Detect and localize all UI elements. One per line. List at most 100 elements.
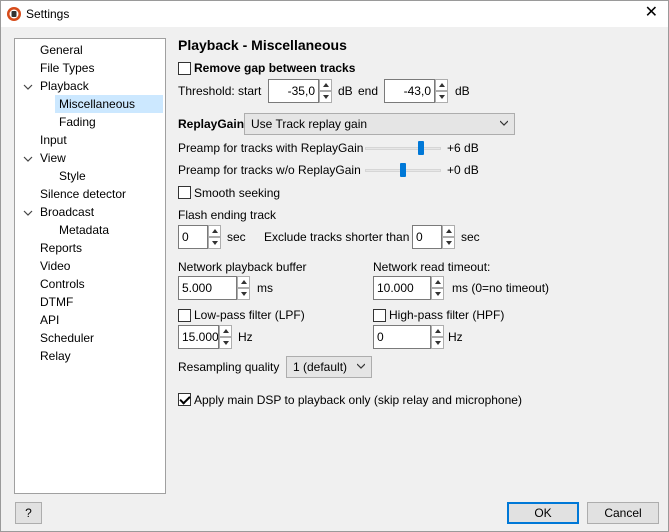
replaygain-label: ReplayGain <box>178 117 245 131</box>
network-buffer-stepper[interactable]: 5.000 <box>178 276 250 300</box>
exclude-shorter-input[interactable]: 0 <box>412 225 442 249</box>
tree-item-controls[interactable]: Controls <box>40 275 85 293</box>
replaygain-select[interactable]: Use Track replay gain <box>244 113 515 135</box>
resampling-label: Resampling quality <box>178 360 280 374</box>
chevron-down-icon[interactable] <box>23 82 33 92</box>
network-timeout-label: Network read timeout: <box>373 260 491 274</box>
tree-item-miscellaneous[interactable]: Miscellaneous <box>55 95 163 113</box>
cancel-button[interactable]: Cancel <box>587 502 659 524</box>
preamp-with-slider-track[interactable] <box>365 147 441 150</box>
spin-down-icon[interactable] <box>442 237 455 249</box>
chevron-down-icon[interactable] <box>23 154 33 164</box>
tree-item-video[interactable]: Video <box>40 257 70 275</box>
tree-item-fading[interactable]: Fading <box>59 113 96 131</box>
spin-down-icon[interactable] <box>319 91 332 103</box>
tree-item-view[interactable]: View <box>40 149 66 167</box>
ok-button[interactable]: OK <box>507 502 579 524</box>
spin-down-icon[interactable] <box>431 337 444 349</box>
threshold-end-label: end <box>358 84 379 98</box>
close-icon[interactable]: ✕ <box>645 3 658 23</box>
tree-item-relay[interactable]: Relay <box>40 347 71 365</box>
tree-item-silence-detector[interactable]: Silence detector <box>40 185 126 203</box>
flash-ending-unit: sec <box>227 230 246 244</box>
threshold-start-input[interactable]: -35,0 <box>268 79 319 103</box>
tree-item-file-types[interactable]: File Types <box>40 59 94 77</box>
tree-item-dtmf[interactable]: DTMF <box>40 293 73 311</box>
remove-gap-checkbox[interactable] <box>178 62 191 75</box>
lpf-input[interactable]: 15.000 <box>178 325 219 349</box>
spin-down-icon[interactable] <box>431 288 444 300</box>
threshold-end-input[interactable]: -43,0 <box>384 79 435 103</box>
preamp-with-slider-thumb[interactable] <box>417 141 424 155</box>
chevron-down-icon[interactable] <box>23 208 33 218</box>
window-title: Settings <box>26 7 70 21</box>
chevron-down-icon <box>357 363 365 369</box>
exclude-shorter-stepper[interactable]: 0 <box>412 225 455 249</box>
hpf-checkbox[interactable] <box>373 309 386 322</box>
settings-tree[interactable]: General File Types Playback Miscellaneou… <box>14 38 166 494</box>
network-buffer-unit: ms <box>257 281 273 295</box>
tree-item-general[interactable]: General <box>40 41 83 59</box>
hpf-label: High-pass filter (HPF) <box>389 308 505 322</box>
tree-item-input[interactable]: Input <box>40 131 67 149</box>
flash-ending-stepper[interactable]: 0 <box>178 225 221 249</box>
page-title: Playback - Miscellaneous <box>178 37 347 53</box>
spin-down-icon[interactable] <box>208 237 221 249</box>
tree-item-style[interactable]: Style <box>59 167 86 185</box>
flash-ending-input[interactable]: 0 <box>178 225 208 249</box>
spin-down-icon[interactable] <box>219 337 232 349</box>
hpf-stepper[interactable]: 0 <box>373 325 444 349</box>
tree-item-playback[interactable]: Playback <box>40 77 89 95</box>
spin-up-icon[interactable] <box>431 276 444 288</box>
spin-up-icon[interactable] <box>442 225 455 237</box>
lpf-checkbox[interactable] <box>178 309 191 322</box>
smooth-seeking-label: Smooth seeking <box>194 186 281 200</box>
tree-item-reports[interactable]: Reports <box>40 239 82 257</box>
app-icon <box>7 7 21 21</box>
spin-down-icon[interactable] <box>237 288 250 300</box>
threshold-end-stepper[interactable]: -43,0 <box>384 79 448 103</box>
tree-item-metadata[interactable]: Metadata <box>59 221 109 239</box>
spin-up-icon[interactable] <box>435 79 448 91</box>
lpf-stepper[interactable]: 15.000 <box>178 325 232 349</box>
tree-item-broadcast[interactable]: Broadcast <box>40 203 94 221</box>
preamp-without-value: +0 dB <box>447 163 479 177</box>
tree-item-api[interactable]: API <box>40 311 59 329</box>
network-timeout-unit: ms (0=no timeout) <box>452 281 550 295</box>
smooth-seeking-checkbox[interactable] <box>178 186 191 199</box>
remove-gap-label: Remove gap between tracks <box>194 61 356 75</box>
lpf-label: Low-pass filter (LPF) <box>194 308 305 322</box>
resampling-selected: 1 (default) <box>293 360 348 374</box>
threshold-db-unit: dB <box>455 84 470 98</box>
preamp-without-label: Preamp for tracks w/o ReplayGain <box>178 163 361 177</box>
threshold-db-unit: dB <box>338 84 353 98</box>
preamp-with-value: +6 dB <box>447 141 479 155</box>
chevron-down-icon <box>500 120 508 126</box>
replaygain-selected: Use Track replay gain <box>251 117 368 131</box>
network-buffer-label: Network playback buffer <box>178 260 307 274</box>
spin-up-icon[interactable] <box>319 79 332 91</box>
settings-window: Settings ✕ General File Types Playback M… <box>0 0 669 532</box>
network-timeout-stepper[interactable]: 10.000 <box>373 276 444 300</box>
spin-up-icon[interactable] <box>431 325 444 337</box>
preamp-with-label: Preamp for tracks with ReplayGain <box>178 141 364 155</box>
threshold-start-label: start <box>238 84 262 98</box>
lpf-unit: Hz <box>238 330 253 344</box>
tree-item-scheduler[interactable]: Scheduler <box>40 329 94 347</box>
spin-up-icon[interactable] <box>237 276 250 288</box>
network-buffer-input[interactable]: 5.000 <box>178 276 237 300</box>
resampling-select[interactable]: 1 (default) <box>286 356 372 378</box>
hpf-input[interactable]: 0 <box>373 325 431 349</box>
threshold-label: Threshold: <box>178 84 235 98</box>
exclude-shorter-label: Exclude tracks shorter than <box>264 230 410 244</box>
network-timeout-input[interactable]: 10.000 <box>373 276 431 300</box>
exclude-shorter-unit: sec <box>461 230 480 244</box>
spin-up-icon[interactable] <box>208 225 221 237</box>
apply-dsp-checkbox[interactable] <box>178 393 191 406</box>
hpf-unit: Hz <box>448 330 463 344</box>
preamp-without-slider-thumb[interactable] <box>400 163 406 177</box>
spin-down-icon[interactable] <box>435 91 448 103</box>
threshold-start-stepper[interactable]: -35,0 <box>268 79 332 103</box>
help-button[interactable]: ? <box>15 502 42 524</box>
spin-up-icon[interactable] <box>219 325 232 337</box>
